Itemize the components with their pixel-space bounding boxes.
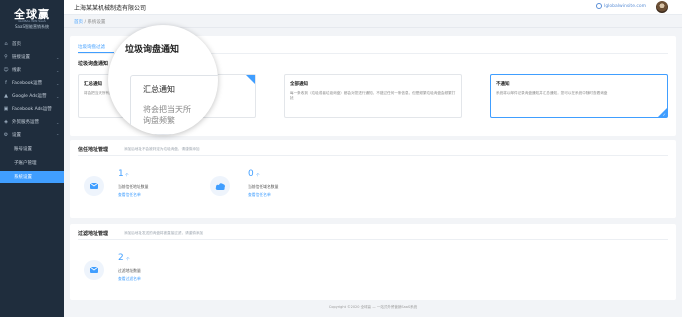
option-none[interactable]: 不通知 系统将以邮件记录询盘通知并汇总通知，您可以在系统中随时查看询盘 ✓ [490, 74, 668, 118]
globe-icon [596, 3, 602, 9]
brand-subtitle: SaaS智能营销系统 [15, 24, 49, 29]
breadcrumb-current: 系统设置 [87, 20, 106, 25]
breadcrumb-home[interactable]: 首页 [74, 20, 83, 25]
magnified-title: 垃圾询盘通知 [125, 45, 180, 55]
sidebar-item-facebook-ads[interactable]: ▣ Facebook Ads运营 [0, 103, 64, 115]
breadcrumb-separator: / [84, 20, 86, 25]
view-trusted-domain-link[interactable]: 查看信任名单 [248, 192, 271, 198]
view-trusted-list-link[interactable]: 查看信任名单 [118, 192, 141, 198]
option-all[interactable]: 全部通知 每一条收到（垃圾或者垃圾询盘）都会对您进行通知，不错过任何一条信息，但… [284, 74, 462, 118]
trusted-domain-count: 0 [248, 169, 254, 179]
facebook-icon: f [5, 80, 7, 86]
cloud-icon [210, 176, 230, 196]
sidebar-item-sub-accounts[interactable]: 子账户管理 [0, 157, 64, 169]
filter-address-count: 2 [118, 253, 124, 263]
trusted-title: 信任地址管理 [78, 147, 109, 153]
chevron-down-icon: ⌄ [56, 54, 60, 60]
sidebar-item-system-settings[interactable]: 系统设置 [0, 171, 64, 183]
magnified-option: 汇总通知 将会把当天所 询盘频繁 [130, 75, 218, 135]
service-icon: ◈ [4, 119, 8, 125]
sidebar-item-facebook[interactable]: f Facebook运营 ⌄ [0, 77, 64, 89]
sidebar: 全球赢 GLOBAL WIN SaaS SaaS智能营销系统 ⌂ 首页 ⚲ 链接… [0, 0, 64, 317]
selected-corner [246, 75, 255, 84]
chevron-down-icon: ⌄ [56, 67, 60, 73]
sidebar-item-account-settings[interactable]: 账号设置 [0, 143, 64, 155]
home-icon: ⌂ [4, 41, 8, 47]
chevron-down-icon: ⌄ [56, 119, 60, 125]
sidebar-item-home[interactable]: ⌂ 首页 [0, 38, 64, 50]
tab-spam-filter[interactable]: 垃圾询盘过滤 [78, 44, 105, 50]
view-filter-list-link[interactable]: 查看过滤名单 [118, 276, 141, 282]
ads-icon: ▣ [3, 106, 9, 112]
magnifier-overlay: 垃圾询盘通知 汇总通知 将会把当天所 询盘频繁 [108, 25, 218, 135]
check-icon: ✓ [662, 112, 666, 117]
sidebar-item-trade-service[interactable]: ◈ 外贸服务运营 ⌄ [0, 116, 64, 128]
sidebar-item-leads[interactable]: ☺ 线索 ⌄ [0, 64, 64, 76]
filter-card: 过滤地址管理 添加后地址发送的询盘将被直接过滤，请谨慎添加 2 个 过滤地址数量… [70, 224, 676, 300]
chevron-down-icon: ⌄ [56, 93, 60, 99]
google-icon: ▲ [4, 93, 8, 99]
mail-shield-icon [84, 176, 104, 196]
settings-icon: ⚙ [3, 132, 9, 138]
footer: Copyright ©2020 全球赢 — 一站式外贸营销SaaS系统 [328, 305, 418, 309]
site-link[interactable]: Iglobalwinsite.com [604, 4, 646, 9]
brand-logo-sub: GLOBAL WIN SaaS [18, 19, 46, 23]
company-name: 上海某某机械制造有限公司 [74, 5, 147, 12]
sidebar-item-link-settings[interactable]: ⚲ 链接设置 ⌄ [0, 51, 64, 63]
chevron-down-icon: ⌄ [56, 80, 60, 86]
trusted-address-count: 1 [118, 169, 124, 179]
users-icon: ☺ [3, 67, 9, 73]
link-icon: ⚲ [4, 54, 8, 60]
sidebar-item-google-ads[interactable]: ▲ Google Ads运营 ⌄ [0, 90, 64, 102]
sidebar-item-settings[interactable]: ⚙ 设置 ⌃ [0, 129, 64, 141]
trusted-hint: 添加后地址不会被判定为垃圾询盘，请谨慎添加 [124, 147, 200, 151]
filter-title: 过滤地址管理 [78, 231, 109, 237]
divider [78, 239, 668, 240]
notify-title: 垃圾询盘通知 [78, 61, 109, 67]
divider [78, 155, 668, 156]
chevron-up-icon: ⌃ [56, 132, 60, 138]
trusted-card: 信任地址管理 添加后地址不会被判定为垃圾询盘，请谨慎添加 1 个 当前信任地址数… [70, 140, 676, 218]
filter-hint: 添加后地址发送的询盘将被直接过滤，请谨慎添加 [124, 231, 204, 235]
avatar[interactable] [656, 1, 668, 13]
mail-filter-icon [84, 260, 104, 280]
top-bar: 上海某某机械制造有限公司 Iglobalwinsite.com [64, 0, 682, 15]
